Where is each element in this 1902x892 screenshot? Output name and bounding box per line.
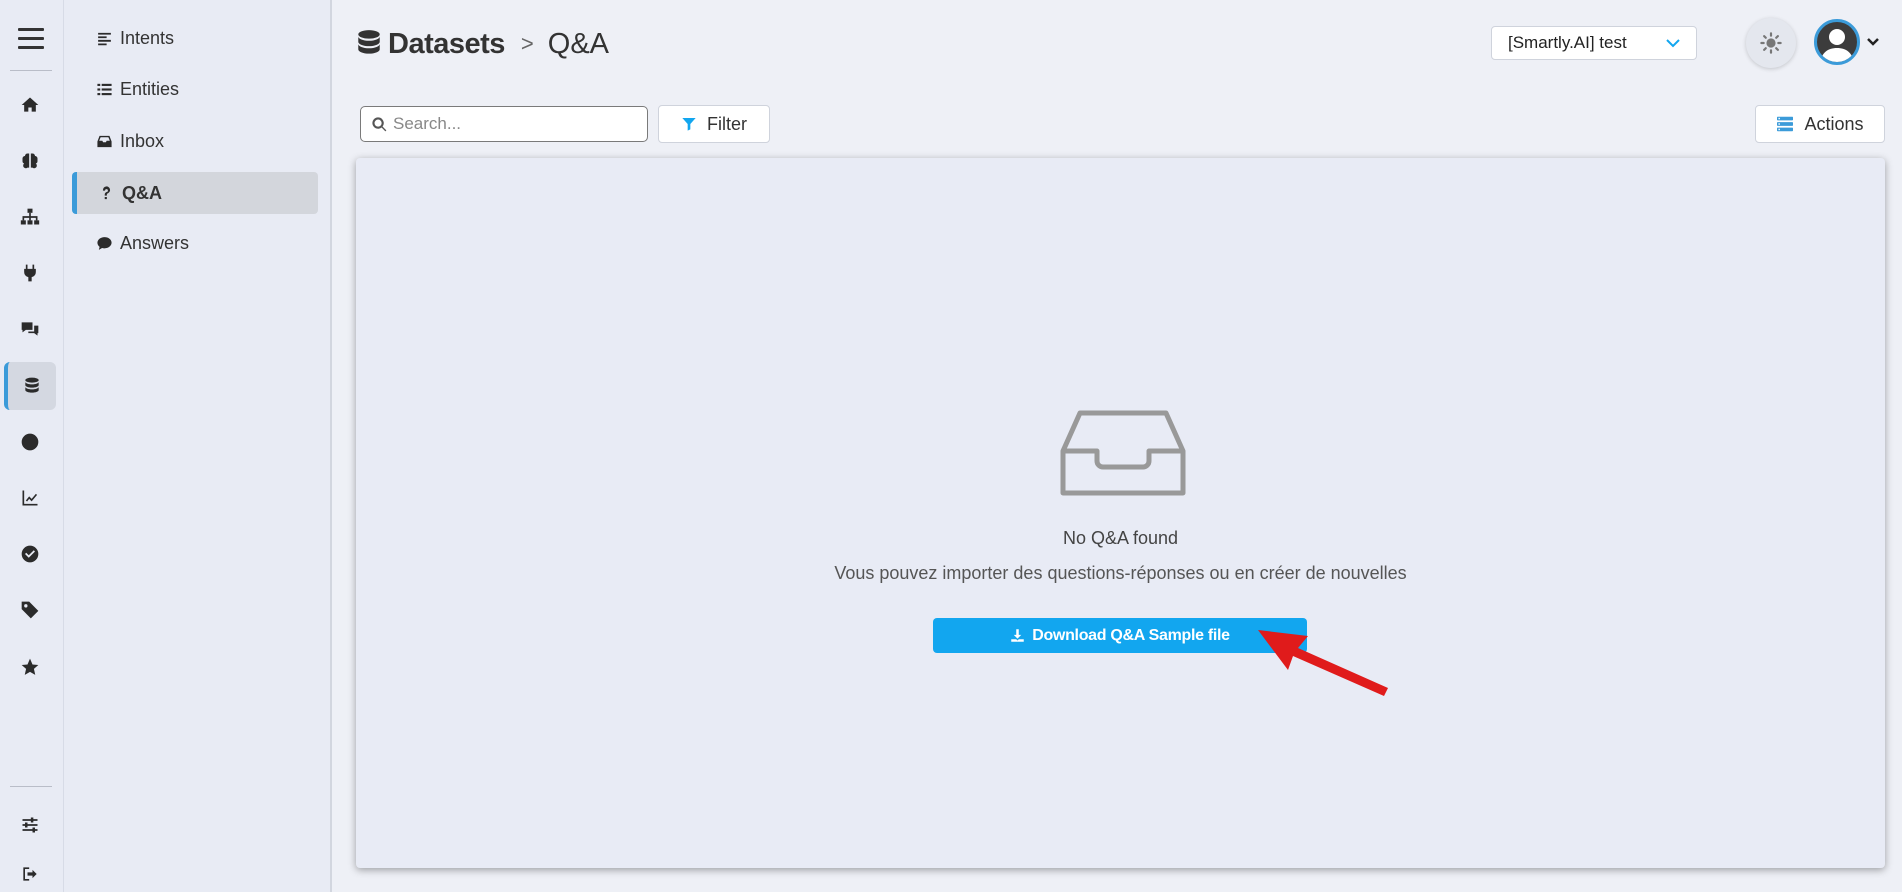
rail-divider <box>10 786 52 787</box>
qa-list-panel: No Q&A found Vous pouvez importer des qu… <box>356 158 1885 868</box>
check-circle-icon[interactable] <box>4 530 56 578</box>
rail-divider <box>10 70 52 71</box>
subnav-item-label: Q&A <box>122 182 162 203</box>
annotation-arrow <box>1258 630 1388 696</box>
download-icon <box>1011 629 1024 642</box>
question-icon <box>96 184 116 202</box>
project-select[interactable]: [Smartly.AI] test <box>1491 26 1697 60</box>
clock-icon[interactable] <box>4 418 56 466</box>
database-icon <box>358 30 380 54</box>
home-icon[interactable] <box>4 81 56 129</box>
sliders-icon[interactable] <box>4 801 56 849</box>
tag-icon[interactable] <box>4 586 56 634</box>
chart-line-icon[interactable] <box>4 474 56 522</box>
empty-inbox-icon <box>1060 410 1186 496</box>
sun-icon <box>1760 32 1782 54</box>
search-icon <box>372 117 387 132</box>
subnav-item-answers[interactable]: Answers <box>72 222 318 264</box>
user-icon <box>1821 29 1853 62</box>
list-icon <box>94 80 114 98</box>
project-select-value: [Smartly.AI] test <box>1508 33 1627 52</box>
breadcrumb-separator: > <box>520 31 534 56</box>
sitemap-icon[interactable] <box>4 193 56 241</box>
subnav-item-label: Answers <box>120 232 190 253</box>
comment-icon <box>94 234 114 252</box>
chevron-down-icon[interactable] <box>1866 36 1880 48</box>
comments-icon[interactable] <box>4 305 56 353</box>
dataset-subnav: Intents Entities Inbox Q&A Answers <box>64 0 332 892</box>
chevron-down-icon <box>1666 39 1680 48</box>
sign-out-icon[interactable] <box>4 850 56 892</box>
icon-rail <box>0 0 64 892</box>
download-sample-button[interactable]: Download Q&A Sample file <box>933 618 1307 653</box>
avatar[interactable] <box>1814 19 1860 65</box>
subnav-item-label: Entities <box>120 78 180 99</box>
subnav-item-entities[interactable]: Entities <box>72 68 318 110</box>
subnav-item-qa[interactable]: Q&A <box>72 172 318 214</box>
subnav-item-label: Intents <box>120 27 175 48</box>
breadcrumb: Datasets > Q&A <box>356 24 609 64</box>
database-icon[interactable] <box>4 362 56 410</box>
actions-label: Actions <box>1804 113 1864 134</box>
hamburger-menu-icon[interactable] <box>18 28 44 50</box>
theme-toggle-button[interactable] <box>1746 18 1796 68</box>
star-icon[interactable] <box>4 643 56 691</box>
breadcrumb-section[interactable]: Datasets <box>388 28 505 61</box>
actions-button[interactable]: Actions <box>1755 105 1885 143</box>
brain-icon[interactable] <box>4 137 56 185</box>
subnav-item-label: Inbox <box>120 130 165 151</box>
filter-label: Filter <box>707 113 747 134</box>
page-title: Q&A <box>547 27 610 60</box>
search-box <box>360 106 648 142</box>
empty-state-title: No Q&A found <box>1062 528 1179 548</box>
align-left-icon <box>94 29 114 47</box>
server-icon <box>1777 116 1794 132</box>
filter-button[interactable]: Filter <box>658 105 770 143</box>
subnav-item-inbox[interactable]: Inbox <box>72 120 318 162</box>
search-input[interactable] <box>393 114 633 134</box>
plug-icon[interactable] <box>4 249 56 297</box>
filter-icon <box>682 118 696 131</box>
download-sample-label: Download Q&A Sample file <box>1032 626 1230 644</box>
inbox-icon <box>94 132 114 150</box>
subnav-item-intents[interactable]: Intents <box>72 17 318 59</box>
empty-state-subtitle: Vous pouvez importer des questions-répon… <box>834 563 1407 583</box>
